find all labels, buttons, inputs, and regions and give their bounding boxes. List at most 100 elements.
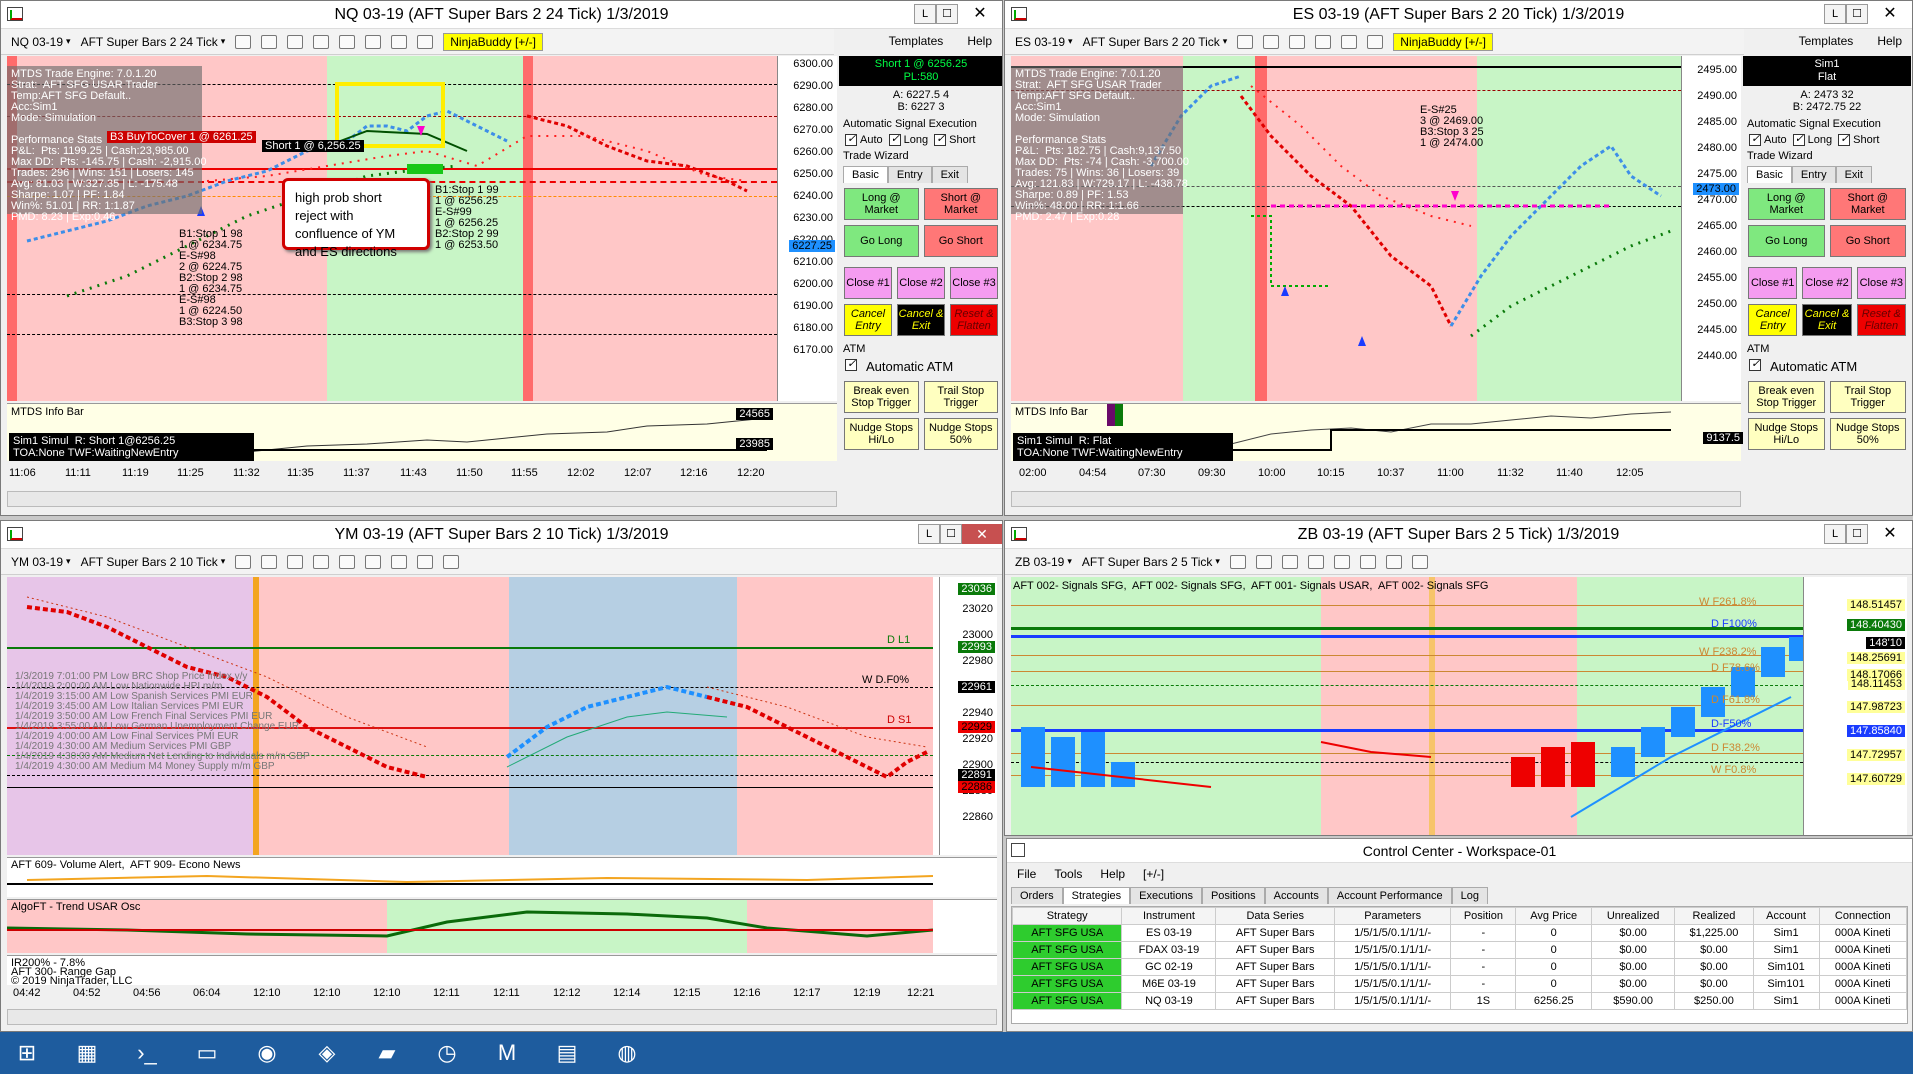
close-3-button[interactable]: Close #3 <box>950 267 998 300</box>
pencil-icon[interactable] <box>1263 34 1280 49</box>
zoom-icon[interactable] <box>1281 554 1298 569</box>
reset-flatten-button[interactable]: Reset & Flatten <box>1856 304 1906 337</box>
table-row[interactable]: AFT SFG USA M6E 03-19 AFT Super Bars 1/5/1/… <box>1012 975 1907 993</box>
lock-button[interactable]: L <box>918 524 940 544</box>
short-checkbox[interactable]: Short <box>1838 132 1879 147</box>
auto-checkbox[interactable]: Auto <box>845 132 883 147</box>
col-account[interactable]: Account <box>1752 907 1820 925</box>
col-position[interactable]: Position <box>1450 907 1517 925</box>
tab-executions[interactable]: Executions <box>1130 887 1202 904</box>
nq-scrollbar[interactable] <box>7 491 837 507</box>
tab-account-performance[interactable]: Account Performance <box>1327 887 1452 904</box>
lock-button[interactable]: L <box>1824 524 1846 544</box>
notes-icon[interactable]: ▰ <box>368 1036 406 1070</box>
restore-button[interactable]: ☐ <box>1846 4 1868 24</box>
scroll-icon[interactable] <box>339 34 356 49</box>
table-row[interactable]: AFT SFG USA FDAX 03-19 AFT Super Bars 1/5/1… <box>1012 941 1907 959</box>
cancel-entry-button[interactable]: Cancel Entry <box>1748 304 1798 337</box>
close-button[interactable]: ✕ <box>958 4 1002 24</box>
properties-icon[interactable] <box>1359 554 1376 569</box>
tab-basic[interactable]: Basic <box>1747 166 1792 184</box>
col-data-series[interactable]: Data Series <box>1215 907 1335 925</box>
instrument-selector[interactable]: ZB 03-19 <box>1015 555 1072 569</box>
auto-checkbox[interactable]: Auto <box>1749 132 1787 147</box>
breakeven-button[interactable]: Break even Stop Trigger <box>844 381 919 414</box>
pencil-icon[interactable] <box>261 554 278 569</box>
nq-chart-window[interactable]: NQ 03-19 (AFT Super Bars 2 24 Tick) 1/3/… <box>0 0 1003 516</box>
go-short-button[interactable]: Go Short <box>1829 225 1906 258</box>
search-icon[interactable] <box>339 554 356 569</box>
templates-menu[interactable]: Templates <box>889 34 944 48</box>
es-scrollbar[interactable] <box>1011 491 1741 507</box>
search-icon[interactable] <box>1333 554 1350 569</box>
es-chart-window[interactable]: ES 03-19 (AFT Super Bars 2 20 Tick) 1/3/… <box>1004 0 1913 516</box>
cc-menu-toggle[interactable]: [+/-] <box>1143 867 1164 881</box>
file-explorer-icon[interactable]: ▭ <box>188 1036 226 1070</box>
pencil-icon[interactable] <box>1255 554 1272 569</box>
bartype-selector[interactable]: AFT Super Bars 2 5 Tick <box>1082 555 1220 569</box>
cc-titlebar[interactable]: Control Center - Workspace-01 <box>1007 839 1912 863</box>
tab-log[interactable]: Log <box>1451 887 1488 904</box>
nudge-hilo-button[interactable]: Nudge Stops Hi/Lo <box>1748 418 1825 451</box>
ym-price-panel[interactable]: 1/3/2019 7:01:00 PM Low BRC Shop Price I… <box>7 577 997 855</box>
tab-positions[interactable]: Positions <box>1201 887 1265 904</box>
close-2-button[interactable]: Close #2 <box>1802 267 1852 300</box>
indicators-icon[interactable] <box>417 34 434 49</box>
browser-icon[interactable]: ◍ <box>608 1036 646 1070</box>
strategies-icon[interactable] <box>391 34 408 49</box>
short-market-button[interactable]: Short @ Market <box>1829 188 1906 221</box>
ym-titlebar[interactable]: YM 03-19 (AFT Super Bars 2 10 Tick) 1/3/… <box>1 521 1002 549</box>
auto-atm-checkbox[interactable]: Automatic ATM <box>839 357 1002 376</box>
cancel-exit-button[interactable]: Cancel & Exit <box>897 304 945 337</box>
bartype-selector[interactable]: AFT Super Bars 2 24 Tick <box>81 35 226 49</box>
close-3-button[interactable]: Close #3 <box>1856 267 1906 300</box>
properties-icon[interactable] <box>365 34 382 49</box>
tab-orders[interactable]: Orders <box>1011 887 1063 904</box>
crosshair-icon[interactable] <box>313 554 330 569</box>
auto-atm-checkbox[interactable]: Automatic ATM <box>1743 357 1911 376</box>
close-1-button[interactable]: Close #1 <box>1748 267 1798 300</box>
crosshair-icon[interactable] <box>1307 554 1324 569</box>
image-icon[interactable] <box>443 554 460 569</box>
properties-icon[interactable] <box>365 554 382 569</box>
table-row[interactable]: AFT SFG USA GC 02-19 AFT Super Bars 1/5/1/5… <box>1012 958 1907 976</box>
long-market-button[interactable]: Long @ Market <box>1748 188 1825 221</box>
short-checkbox[interactable]: Short <box>934 132 975 147</box>
zb-price-panel[interactable]: AFT 002- Signals SFG, AFT 002- Signals S… <box>1011 577 1907 835</box>
ninjabuddy-button[interactable]: NinjaBuddy [+/-] <box>443 32 543 51</box>
clock-icon[interactable]: ◷ <box>428 1036 466 1070</box>
es-titlebar[interactable]: ES 03-19 (AFT Super Bars 2 20 Tick) 1/3/… <box>1005 1 1912 29</box>
trail-stop-button[interactable]: Trail Stop Trigger <box>923 381 998 414</box>
tab-entry[interactable]: Entry <box>887 166 932 184</box>
visual-studio-icon[interactable]: ◈ <box>308 1036 346 1070</box>
ninjabuddy-button[interactable]: NinjaBuddy [+/-] <box>1393 32 1493 51</box>
metro-icon[interactable]: M <box>488 1036 526 1070</box>
close-2-button[interactable]: Close #2 <box>897 267 945 300</box>
table-row[interactable]: AFT SFG USA ES 03-19 AFT Super Bars 1/5/1/5… <box>1012 924 1907 942</box>
chart-app-taskbar-icon[interactable]: ▤ <box>548 1036 586 1070</box>
long-market-button[interactable]: Long @ Market <box>844 188 919 221</box>
short-market-button[interactable]: Short @ Market <box>923 188 998 221</box>
instrument-selector[interactable]: ES 03-19 <box>1015 35 1073 49</box>
bars-style-icon[interactable] <box>1237 34 1254 49</box>
trail-stop-button[interactable]: Trail Stop Trigger <box>1829 381 1906 414</box>
properties-icon[interactable] <box>1341 34 1358 49</box>
indicators-icon[interactable] <box>417 554 434 569</box>
bars-style-icon[interactable] <box>235 34 252 49</box>
zoom-icon[interactable] <box>1289 34 1306 49</box>
restore-button[interactable]: ☐ <box>1846 524 1868 544</box>
templates-menu[interactable]: Templates <box>1799 34 1854 48</box>
long-checkbox[interactable]: Long <box>888 132 928 147</box>
cc-menu-help[interactable]: Help <box>1100 867 1125 881</box>
breakeven-button[interactable]: Break even Stop Trigger <box>1748 381 1825 414</box>
col-realized[interactable]: Realized <box>1674 907 1754 925</box>
cc-menu-file[interactable]: File <box>1017 867 1036 881</box>
ninjatrader-icon[interactable]: ◉ <box>248 1036 286 1070</box>
tab-exit[interactable]: Exit <box>931 166 968 184</box>
nudge-50-button[interactable]: Nudge Stops 50% <box>1829 418 1906 451</box>
control-center-window[interactable]: Control Center - Workspace-01 File Tools… <box>1006 838 1913 1032</box>
help-menu[interactable]: Help <box>967 34 992 48</box>
crosshair-icon[interactable] <box>1315 34 1332 49</box>
col-connection[interactable]: Connection <box>1818 907 1907 925</box>
tab-entry[interactable]: Entry <box>1791 166 1836 184</box>
